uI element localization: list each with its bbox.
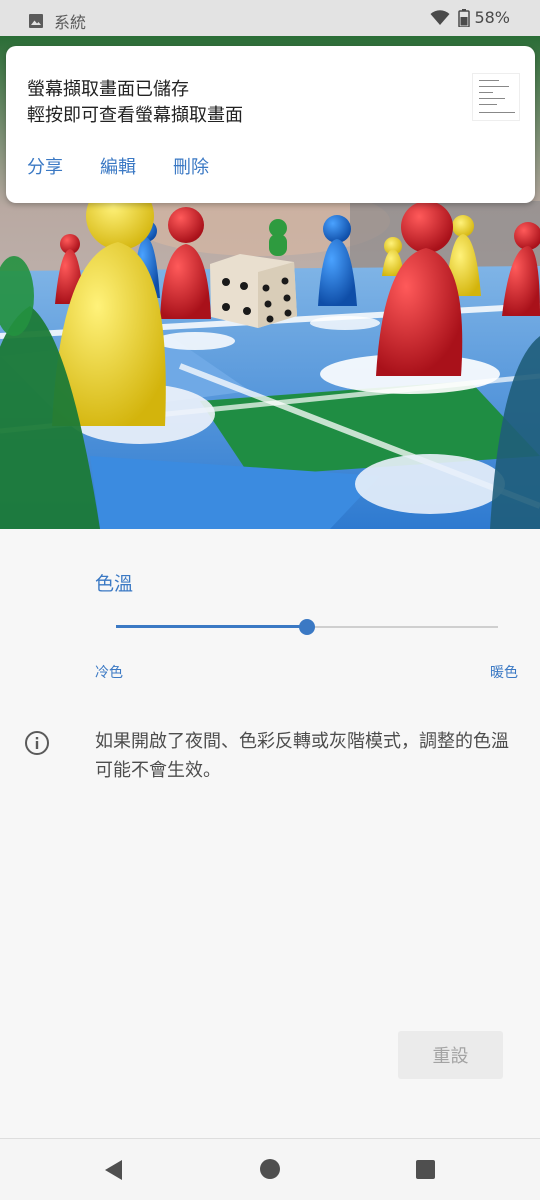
home-icon[interactable] (260, 1159, 280, 1179)
battery-icon (458, 8, 471, 27)
color-temperature-label: 色溫 (95, 573, 134, 595)
warm-label: 暖色 (490, 665, 518, 681)
screenshot-thumbnail[interactable] (472, 73, 520, 121)
notification-subtitle: 輕按即可查看螢幕擷取畫面 (27, 105, 243, 126)
slider-fill (116, 625, 307, 628)
back-icon[interactable] (103, 1158, 125, 1182)
share-button[interactable]: 分享 (27, 153, 63, 179)
status-app-label: 系統 (54, 13, 87, 32)
cool-label: 冷色 (95, 665, 123, 681)
wifi-icon (430, 9, 450, 25)
recent-apps-icon[interactable] (416, 1160, 435, 1179)
status-bar: 系統 58% (0, 0, 540, 36)
navigation-bar (0, 1138, 540, 1200)
notification-title: 螢幕擷取畫面已儲存 (27, 79, 189, 100)
slider-thumb[interactable] (299, 619, 315, 635)
reset-button[interactable]: 重設 (398, 1031, 503, 1079)
delete-button[interactable]: 刪除 (173, 153, 209, 179)
info-icon (25, 731, 49, 755)
image-icon (29, 14, 43, 28)
info-text: 如果開啟了夜間、色彩反轉或灰階模式，調整的色溫可能不會生效。 (95, 731, 509, 781)
notification-actions: 分享 編輯 刪除 (27, 153, 246, 179)
edit-button[interactable]: 編輯 (100, 153, 136, 179)
battery-percent: 58% (474, 8, 510, 27)
screenshot-notification[interactable]: 螢幕擷取畫面已儲存 輕按即可查看螢幕擷取畫面 分享 編輯 刪除 (6, 46, 535, 203)
color-temperature-slider[interactable] (116, 617, 498, 637)
